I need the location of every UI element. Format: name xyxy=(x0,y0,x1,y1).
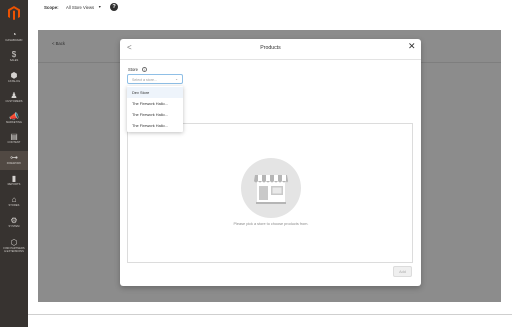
extensions-icon: ⬡ xyxy=(10,238,18,247)
scope-label: Scope: xyxy=(44,5,59,10)
sidebar-item-customers[interactable]: ♟ CUSTOMERS xyxy=(0,89,28,108)
sidebar-item-label: MARKETING xyxy=(6,121,22,124)
admin-sidebar: ◔ DASHBOARD $ SALES ⬢ CATALOG ♟ CUSTOMERS 📣 MARKE… xyxy=(0,0,28,327)
person-icon: ♟ xyxy=(10,91,18,100)
store-select[interactable]: Select a store... ⌄ xyxy=(127,74,183,84)
sidebar-item-label: STORES xyxy=(8,204,20,207)
sidebar-item-firework[interactable]: ⊶ FIREWORK xyxy=(0,151,28,170)
sidebar-item-marketing[interactable]: 📣 MARKETING xyxy=(0,110,28,129)
scope-bar: Scope: All Store Views ▼ ? xyxy=(28,0,512,18)
firework-icon: ⊶ xyxy=(10,153,18,162)
sidebar-item-find-partners[interactable]: ⬡ FIND PARTNERS & EXTENSIONS xyxy=(0,236,28,258)
sidebar-item-dashboard[interactable]: ◔ DASHBOARD xyxy=(0,28,28,47)
products-list-area: Please pick a store to choose products f… xyxy=(127,123,413,263)
sidebar-item-label: CONTENT xyxy=(7,141,21,144)
chevron-left-icon: < xyxy=(52,41,55,46)
sidebar-item-label: CATALOG xyxy=(7,80,21,83)
magento-logo-icon[interactable] xyxy=(6,5,22,21)
sidebar-item-label: REPORTS xyxy=(7,183,21,186)
cube-icon: ⬢ xyxy=(10,71,18,80)
add-button[interactable]: Add xyxy=(393,266,412,277)
sidebar-item-system[interactable]: ⚙ SYSTEM xyxy=(0,214,28,233)
products-modal: < Products ✕ Store i Select a store... ⌄… xyxy=(120,39,421,286)
chevron-down-icon: ⌄ xyxy=(175,77,178,82)
bar-chart-icon: ▮ xyxy=(11,174,17,183)
store-label: Store xyxy=(128,67,139,72)
help-icon[interactable]: ? xyxy=(110,3,118,11)
sidebar-item-reports[interactable]: ▮ REPORTS xyxy=(0,172,28,191)
back-button[interactable]: < Back xyxy=(52,41,65,46)
sidebar-item-label: FIREWORK xyxy=(6,162,22,165)
sidebar-item-label: & EXTENSIONS xyxy=(4,250,24,253)
sidebar-item-sales[interactable]: $ SALES xyxy=(0,48,28,67)
back-label: Back xyxy=(55,41,65,46)
sidebar-item-label: SYSTEM xyxy=(8,225,20,228)
store-option[interactable]: The Firework Hallo... xyxy=(127,109,183,120)
dollar-icon: $ xyxy=(11,50,17,59)
divider xyxy=(28,314,512,315)
sidebar-item-catalog[interactable]: ⬢ CATALOG xyxy=(0,69,28,88)
modal-title: Products xyxy=(260,45,281,51)
sidebar-item-content[interactable]: ▤ CONTENT xyxy=(0,130,28,149)
megaphone-icon: 📣 xyxy=(9,112,19,121)
sidebar-item-label: DASHBOARD xyxy=(5,39,23,42)
sidebar-item-label: CUSTOMERS xyxy=(5,100,23,103)
storefront-icon xyxy=(241,158,301,218)
sidebar-item-label: SALES xyxy=(9,59,19,62)
scope-switcher[interactable]: All Store Views xyxy=(66,5,94,10)
info-icon[interactable]: i xyxy=(142,66,147,72)
store-option[interactable]: Dev Store xyxy=(127,87,183,98)
content-icon: ▤ xyxy=(10,132,18,141)
store-select-placeholder: Select a store... xyxy=(132,77,157,82)
gear-icon: ⚙ xyxy=(10,216,18,225)
dashboard-icon: ◔ xyxy=(11,30,17,39)
empty-state-message: Please pick a store to choose products f… xyxy=(233,222,309,226)
divider xyxy=(120,59,421,60)
store-option[interactable]: The Firework Hallo... xyxy=(127,120,183,131)
store-option[interactable]: The Firework Hallo... xyxy=(127,98,183,109)
close-icon[interactable]: ✕ xyxy=(408,42,416,51)
store-icon: ⌂ xyxy=(11,195,17,204)
page-header-strip xyxy=(28,18,512,30)
chevron-down-icon[interactable]: ▼ xyxy=(98,5,102,9)
sidebar-item-stores[interactable]: ⌂ STORES xyxy=(0,193,28,212)
store-dropdown-menu: Dev Store The Firework Hallo... The Firewo… xyxy=(127,86,183,132)
